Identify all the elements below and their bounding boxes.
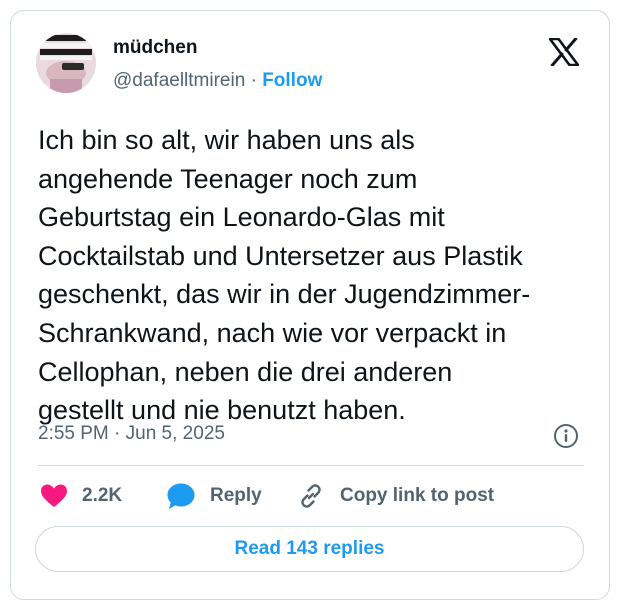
like-count: 2.2K xyxy=(82,485,123,506)
tweet-text-line: Cocktailstab und Untersetzer aus Plastik xyxy=(38,240,523,271)
heart-icon xyxy=(41,484,67,507)
avatar-image xyxy=(36,33,96,93)
x-logo-icon[interactable] xyxy=(548,36,580,68)
copy-link-label: Copy link to post xyxy=(340,485,495,506)
tweet-text-line: geschenkt, das wir in der Jugendzimmer- xyxy=(38,279,531,310)
tweet-text-line: Schrankwand, nach wie vor verpackt in xyxy=(38,317,507,348)
tweet-text-line: angehende Teenager noch zum xyxy=(38,163,418,194)
tweet-text: Ich bin so alt, wir haben uns als angehe… xyxy=(38,121,598,430)
like-button[interactable]: 2.2K xyxy=(40,481,122,511)
author-name[interactable]: müdchen xyxy=(113,37,197,59)
speech-bubble-icon xyxy=(167,483,195,509)
tweet-timestamp[interactable]: 2:55 PM · Jun 5, 2025 xyxy=(38,423,225,445)
info-icon[interactable] xyxy=(553,423,579,449)
link-icon xyxy=(301,484,321,508)
avatar[interactable] xyxy=(36,33,96,93)
author-handle-row: @dafaelltmirein · Follow xyxy=(113,70,322,92)
divider xyxy=(38,465,584,466)
author-handle[interactable]: @dafaelltmirein xyxy=(113,70,245,91)
handle-separator: · xyxy=(250,70,257,91)
follow-button[interactable]: Follow xyxy=(262,70,322,91)
tweet-text-line: Cellophan, neben die drei anderen xyxy=(38,356,453,387)
reply-button[interactable]: Reply xyxy=(166,481,262,511)
reply-label: Reply xyxy=(210,485,262,506)
tweet-text-line: Ich bin so alt, wir haben uns als xyxy=(38,125,415,155)
read-replies-button[interactable]: Read 143 replies xyxy=(35,526,584,572)
tweet-text-line: Geburtstag ein Leonardo-Glas mit xyxy=(38,202,445,233)
copy-link-button[interactable]: Copy link to post xyxy=(298,481,494,511)
